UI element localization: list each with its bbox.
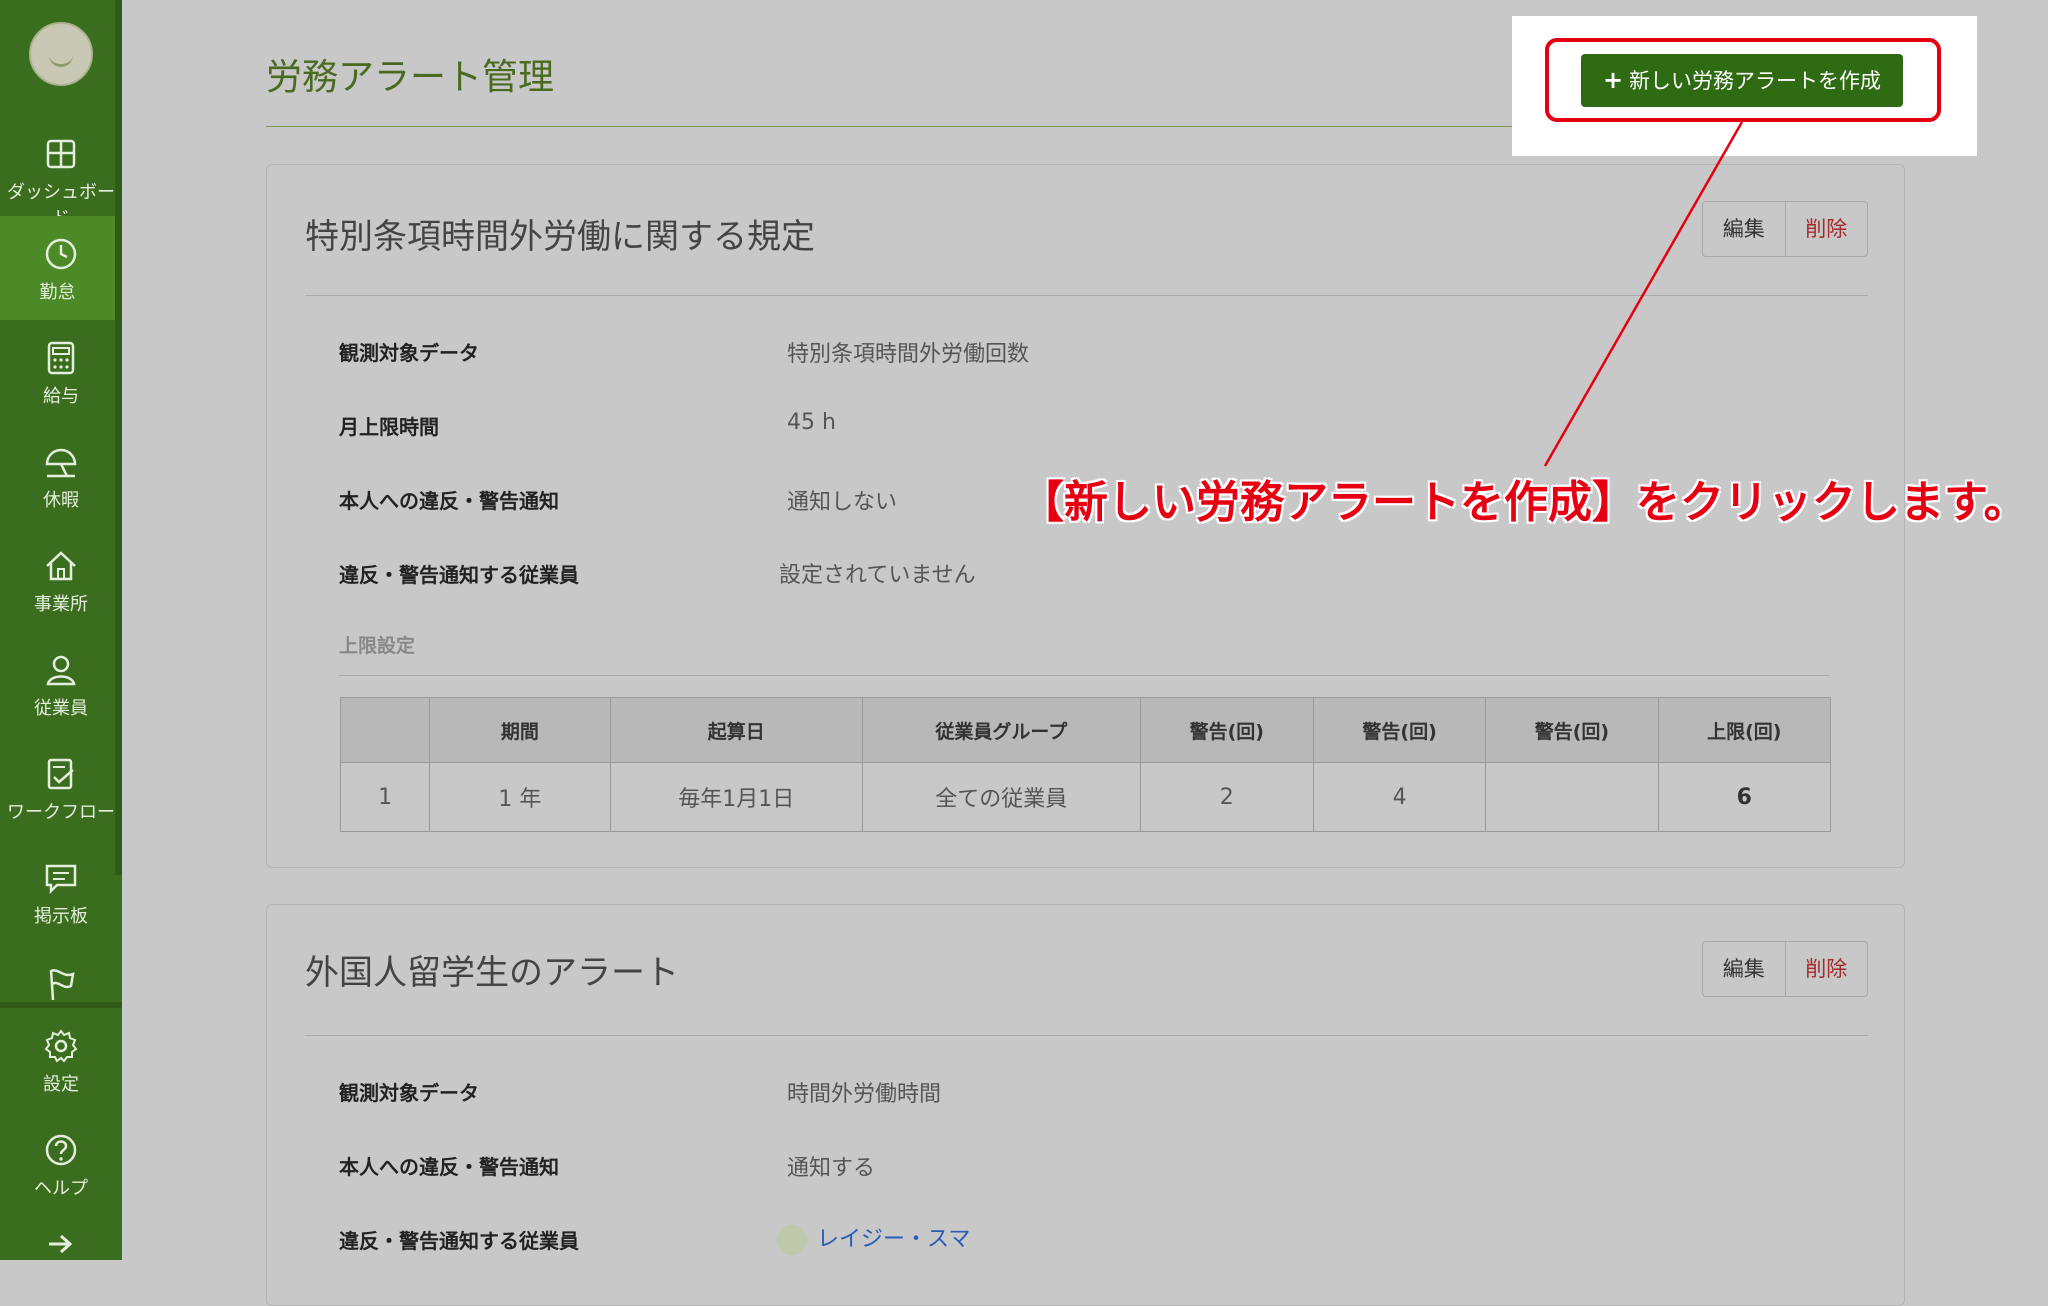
table-header: 警告(回) (1485, 697, 1659, 763)
table-cell: 1 年 (429, 762, 611, 832)
person-icon (46, 655, 76, 686)
sidebar-item-payroll[interactable]: 給与 (0, 320, 122, 424)
clock-icon (45, 238, 77, 270)
employee-link[interactable]: レイジー・スマ (777, 1221, 970, 1255)
sidebar-item-board[interactable]: 掲示板 (0, 840, 122, 944)
field-value: 通知する (787, 1156, 876, 1181)
page-title: 労務アラート管理 (266, 57, 555, 98)
table-cell: 6 (1657, 762, 1832, 832)
alert-action-group: 編集 削除 (1702, 201, 1868, 257)
sidebar-item-office[interactable]: 事業所 (0, 528, 122, 632)
table-header: 起算日 (609, 697, 864, 763)
card-divider (305, 1035, 1868, 1036)
sidebar-item-flag[interactable] (0, 944, 122, 1002)
table-cell: 1 (339, 762, 431, 832)
alert-title: 外国人留学生のアラート (305, 953, 679, 993)
table-header: 警告(回) (1139, 697, 1314, 763)
message-icon (45, 864, 77, 895)
limits-divider (339, 675, 1829, 676)
sidebar-item-leave[interactable]: 休暇 (0, 424, 122, 528)
sidebar-item-label: 設定 (43, 1074, 79, 1095)
avatar (777, 1225, 807, 1255)
edit-button[interactable]: 編集 (1703, 942, 1786, 996)
title-divider (266, 126, 1546, 127)
sidebar-item-label: ワークフロー (7, 802, 115, 823)
sidebar-scrollbar[interactable] (115, 0, 122, 875)
field-label: 本人への違反・警告通知 (339, 489, 559, 513)
dashboard-icon (46, 139, 76, 169)
sidebar-item-label: 従業員 (34, 698, 88, 719)
sidebar-item-settings[interactable]: 設定 (0, 1008, 122, 1112)
limits-heading: 上限設定 (339, 635, 416, 657)
callout-highlight-outline (1545, 38, 1941, 122)
table-row: 1 1 年 毎年1月1日 全ての従業員 2 4 6 (339, 762, 1832, 832)
sidebar-item-label: 給与 (43, 386, 79, 407)
table-cell: 4 (1312, 762, 1487, 832)
field-label: 違反・警告通知する従業員 (339, 1229, 579, 1253)
table-header: 上限(回) (1657, 697, 1832, 763)
field-label: 本人への違反・警告通知 (339, 1155, 559, 1179)
alert-action-group: 編集 削除 (1702, 941, 1868, 997)
arrow-right-icon[interactable] (45, 1232, 75, 1256)
table-header: 警告(回) (1312, 697, 1487, 763)
callout-text: 【新しい労務アラートを作成】をクリックします。 (1020, 477, 2028, 528)
sidebar-item-label: 事業所 (34, 594, 88, 615)
sidebar-item-attendance[interactable]: 勤怠 (0, 216, 115, 320)
field-label: 観測対象データ (339, 341, 479, 365)
flag-icon (49, 969, 75, 1001)
sidebar-item-label: ヘルプ (34, 1178, 88, 1199)
table-header-row: 期間 起算日 従業員グループ 警告(回) 警告(回) 警告(回) 上限(回) (339, 697, 1832, 763)
table-cell: 全ての従業員 (862, 762, 1141, 832)
field-label: 観測対象データ (339, 1081, 479, 1105)
gear-icon (44, 1029, 78, 1063)
sidebar: ダッシュボード 勤怠 給与 休暇 事業所 従業員 ワークフロー 掲示板 設定 ヘ… (0, 0, 122, 1260)
checklist-icon (47, 758, 74, 790)
table-header: 期間 (429, 697, 611, 763)
sidebar-item-label: 掲示板 (34, 906, 88, 927)
calculator-icon (47, 341, 75, 375)
help-icon (45, 1134, 77, 1166)
sidebar-item-label: 勤怠 (39, 282, 76, 303)
table-cell (1485, 762, 1659, 832)
card-divider (305, 295, 1868, 296)
sidebar-item-help[interactable]: ヘルプ (0, 1112, 122, 1216)
sidebar-item-workflow[interactable]: ワークフロー (0, 736, 122, 840)
field-value: 設定されていません (779, 563, 976, 588)
home-icon (46, 551, 76, 581)
field-value: 通知しない (787, 490, 898, 515)
table-header: 従業員グループ (862, 697, 1141, 763)
field-value: 時間外労働時間 (787, 1082, 942, 1107)
field-label: 違反・警告通知する従業員 (339, 563, 579, 587)
sidebar-item-dashboard[interactable]: ダッシュボード (0, 116, 122, 229)
alert-title: 特別条項時間外労働に関する規定 (305, 217, 815, 257)
delete-button[interactable]: 削除 (1786, 942, 1868, 996)
umbrella-icon (45, 448, 77, 478)
table-cell: 毎年1月1日 (609, 762, 864, 832)
employee-name: レイジー・スマ (817, 1227, 971, 1252)
user-avatar[interactable] (29, 22, 93, 86)
delete-button[interactable]: 削除 (1786, 202, 1868, 256)
field-value: 45 h (787, 410, 836, 435)
limits-table: 期間 起算日 従業員グループ 警告(回) 警告(回) 警告(回) 上限(回) 1… (339, 697, 1832, 832)
field-label: 月上限時間 (339, 415, 439, 439)
table-header (339, 697, 431, 763)
sidebar-item-employees[interactable]: 従業員 (0, 632, 122, 736)
sidebar-item-label: 休暇 (43, 490, 79, 511)
table-cell: 2 (1139, 762, 1314, 832)
alert-card: 外国人留学生のアラート 編集 削除 観測対象データ 時間外労働時間 本人への違反… (266, 904, 1905, 1306)
edit-button[interactable]: 編集 (1703, 202, 1786, 256)
field-value: 特別条項時間外労働回数 (787, 342, 1030, 367)
